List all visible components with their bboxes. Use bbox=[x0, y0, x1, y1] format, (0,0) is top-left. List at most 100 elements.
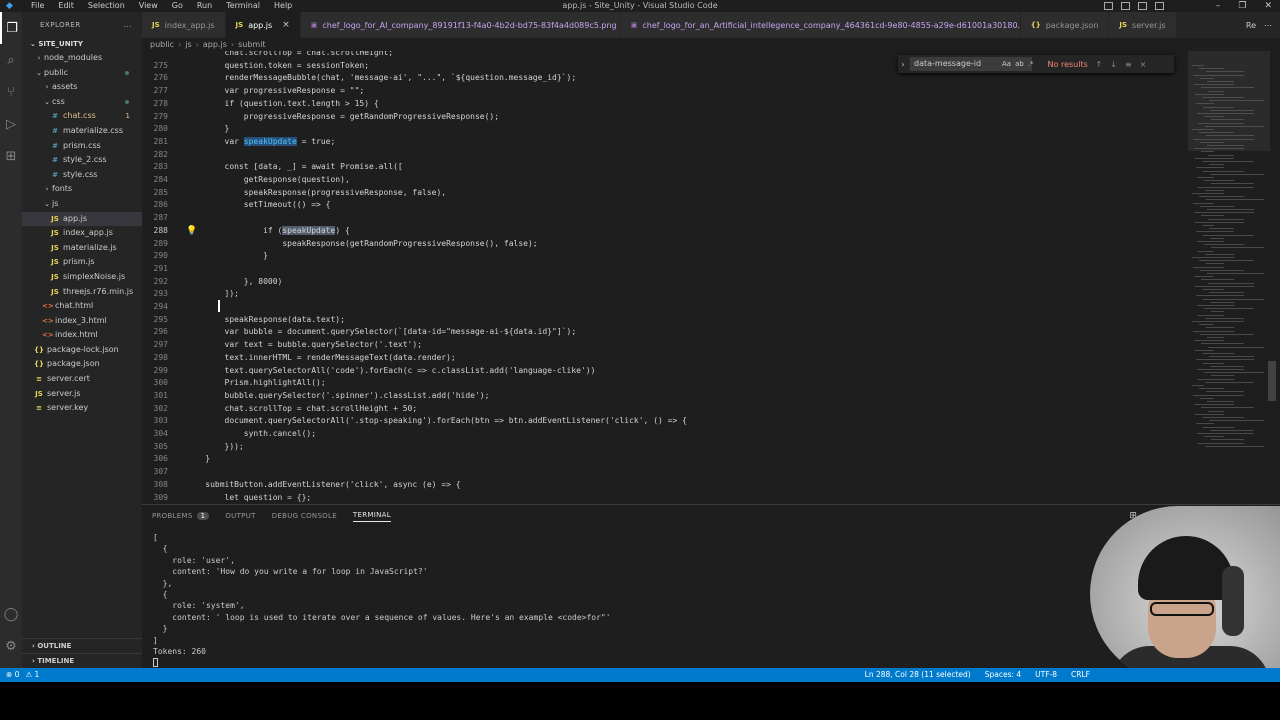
minimap-line bbox=[1210, 301, 1234, 303]
timeline-section[interactable]: › TIMELINE bbox=[22, 653, 142, 668]
minimize-icon[interactable]: – bbox=[1216, 0, 1221, 12]
js-file-icon: JS bbox=[51, 243, 59, 252]
settings-gear-icon[interactable]: ⚙ bbox=[0, 630, 22, 662]
tree-item-label: threejs.r76.min.js bbox=[63, 286, 134, 296]
next-match-icon[interactable]: ↓ bbox=[1110, 60, 1117, 69]
panel-tab-terminal[interactable]: TERMINAL bbox=[352, 511, 391, 522]
source-control-icon[interactable]: ⑂ bbox=[0, 76, 22, 108]
menu-terminal[interactable]: Terminal bbox=[219, 0, 267, 12]
minimap-line bbox=[1201, 151, 1214, 153]
breadcrumb-symbol[interactable]: submit bbox=[238, 38, 265, 51]
workspace-root[interactable]: ⌄ SITE_UNITY bbox=[22, 38, 142, 51]
breadcrumb-file[interactable]: app.js bbox=[203, 38, 227, 51]
tree-item-threejs-r76-min-js[interactable]: JS threejs.r76.min.js bbox=[22, 285, 142, 300]
close-tab-icon[interactable]: × bbox=[282, 20, 290, 30]
scrollbar-thumb[interactable] bbox=[1268, 361, 1276, 401]
minimap-line bbox=[1209, 228, 1234, 230]
tab-action-1[interactable]: ⋯ bbox=[1264, 21, 1272, 30]
tree-item-assets[interactable]: › assets bbox=[22, 80, 142, 95]
accounts-icon[interactable]: ◯ bbox=[0, 598, 22, 630]
code-line: 285 speakResponse(progressiveResponse, f… bbox=[142, 187, 1142, 200]
menu-run[interactable]: Run bbox=[190, 0, 219, 12]
minimap-line bbox=[1203, 362, 1224, 364]
tab-action-0[interactable]: Re bbox=[1246, 21, 1256, 30]
menu-go[interactable]: Go bbox=[165, 0, 190, 12]
menu-edit[interactable]: Edit bbox=[51, 0, 81, 12]
line-ending-status[interactable]: CRLF bbox=[1071, 668, 1090, 682]
match-word-toggle[interactable]: ab bbox=[1015, 60, 1024, 68]
explorer-icon[interactable]: ❐ bbox=[0, 12, 22, 44]
tree-item-server-cert[interactable]: ≡ server.cert bbox=[22, 372, 142, 387]
customize-layout-icon[interactable] bbox=[1155, 2, 1164, 10]
tab-5[interactable]: JS server.js bbox=[1109, 12, 1177, 38]
tree-item-js[interactable]: ⌄ js bbox=[22, 197, 142, 212]
match-case-toggle[interactable]: Aa bbox=[1002, 60, 1011, 68]
outline-section[interactable]: › OUTLINE bbox=[22, 638, 142, 653]
tree-item-index-3-html[interactable]: <> index_3.html bbox=[22, 314, 142, 329]
code-text: const [data, _] = await Promise.all([ bbox=[186, 162, 403, 172]
indentation-status[interactable]: Spaces: 4 bbox=[985, 668, 1021, 682]
toggle-panel-icon[interactable] bbox=[1121, 2, 1130, 10]
tree-item-package-lock-json[interactable]: {} package-lock.json bbox=[22, 343, 142, 358]
code-editor[interactable]: chat.scrollTop = chat.scrollHeight; 275 q… bbox=[142, 51, 1280, 504]
toggle-secondary-sidebar-icon[interactable] bbox=[1138, 2, 1147, 10]
menu-help[interactable]: Help bbox=[267, 0, 299, 12]
tree-item-public[interactable]: ⌄ public bbox=[22, 66, 142, 81]
panel-tab-problems[interactable]: PROBLEMS 1 bbox=[152, 512, 210, 520]
tree-item-prism-js[interactable]: JS prism.js bbox=[22, 255, 142, 270]
breadcrumb-public[interactable]: public bbox=[150, 38, 174, 51]
minimap[interactable] bbox=[1188, 51, 1270, 504]
editor-scrollbar[interactable] bbox=[1268, 51, 1276, 504]
tree-item-materialize-js[interactable]: JS materialize.js bbox=[22, 241, 142, 256]
tree-item-style-css[interactable]: # style.css bbox=[22, 168, 142, 183]
explorer-more-button[interactable]: ... bbox=[124, 12, 132, 38]
minimap-line bbox=[1197, 305, 1234, 306]
errors-status[interactable]: ⊗ 0 bbox=[6, 668, 19, 682]
close-find-icon[interactable]: × bbox=[1140, 60, 1147, 69]
warnings-status[interactable]: ⚠ 1 bbox=[25, 668, 39, 682]
menu-file[interactable]: File bbox=[24, 0, 51, 12]
tree-item-package-json[interactable]: {} package.json bbox=[22, 357, 142, 372]
minimap-line bbox=[1194, 148, 1244, 150]
find-in-selection-icon[interactable]: ≡ bbox=[1125, 60, 1132, 69]
lightbulb-icon[interactable]: 💡 bbox=[186, 226, 197, 236]
tab-2[interactable]: ▣ chef_logo_for_AI_company_89191f13-f4a0-… bbox=[300, 12, 621, 38]
breadcrumb-js[interactable]: js bbox=[185, 38, 191, 51]
regex-toggle[interactable]: .* bbox=[1028, 60, 1034, 68]
extensions-icon[interactable]: ⊞ bbox=[0, 140, 22, 172]
tree-item-simplexnoise-js[interactable]: JS simplexNoise.js bbox=[22, 270, 142, 285]
menu-view[interactable]: View bbox=[132, 0, 165, 12]
tree-item-app-js[interactable]: JS app.js bbox=[22, 211, 142, 227]
tree-item-server-js[interactable]: JS server.js bbox=[22, 387, 142, 402]
code-text: var bubble = document.querySelector(`[da… bbox=[186, 327, 577, 337]
tree-item-chat-html[interactable]: <> chat.html bbox=[22, 299, 142, 314]
line-number: 295 bbox=[153, 314, 168, 324]
tree-item-node-modules[interactable]: › node_modules bbox=[22, 51, 142, 66]
panel-tab-output[interactable]: OUTPUT bbox=[225, 512, 255, 520]
panel-tab-debug-console[interactable]: DEBUG CONSOLE bbox=[272, 512, 337, 520]
tree-item-prism-css[interactable]: # prism.css bbox=[22, 139, 142, 154]
previous-match-icon[interactable]: ↑ bbox=[1096, 60, 1103, 69]
menu-selection[interactable]: Selection bbox=[81, 0, 132, 12]
tab-0[interactable]: JS index_app.js bbox=[142, 12, 226, 38]
search-icon[interactable]: ⌕ bbox=[0, 44, 22, 76]
run-debug-icon[interactable]: ▷ bbox=[0, 108, 22, 140]
tab-active-1[interactable]: JS app.js × bbox=[225, 12, 301, 38]
close-window-icon[interactable]: ✕ bbox=[1264, 0, 1272, 12]
tree-item-index-html[interactable]: <> index.html bbox=[22, 328, 142, 343]
tree-item-fonts[interactable]: › fonts bbox=[22, 182, 142, 197]
cursor-position-status[interactable]: Ln 288, Col 28 (11 selected) bbox=[865, 668, 971, 682]
tree-item-materialize-css[interactable]: # materialize.css bbox=[22, 124, 142, 139]
maximize-icon[interactable]: ❐ bbox=[1238, 0, 1246, 12]
tab-3[interactable]: ▣ chef_logo_for_an_Artificial_intellegenc… bbox=[620, 12, 1021, 38]
tree-item-index-app-js[interactable]: JS index_app.js bbox=[22, 226, 142, 241]
panel-tab-label: OUTPUT bbox=[225, 512, 256, 520]
toggle-sidebar-icon[interactable] bbox=[1104, 2, 1113, 10]
encoding-status[interactable]: UTF-8 bbox=[1035, 668, 1057, 682]
tree-item-chat-css[interactable]: # chat.css 1 bbox=[22, 109, 142, 124]
toggle-replace-icon[interactable]: › bbox=[898, 60, 908, 69]
tree-item-style-2-css[interactable]: # style_2.css bbox=[22, 153, 142, 168]
tab-4[interactable]: {} package.json bbox=[1020, 12, 1110, 38]
tree-item-css[interactable]: ⌄ css bbox=[22, 95, 142, 110]
tree-item-server-key[interactable]: ≡ server.key bbox=[22, 401, 142, 416]
